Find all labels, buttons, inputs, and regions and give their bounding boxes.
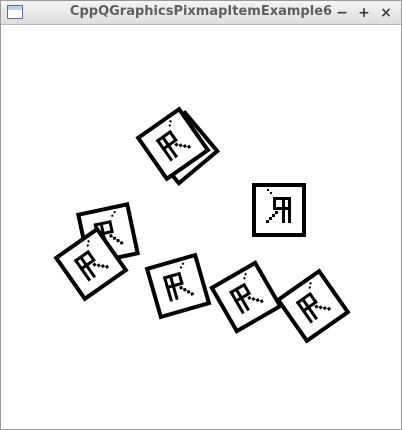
graphics-view[interactable]	[2, 26, 401, 429]
minimize-button[interactable]: −	[335, 6, 349, 20]
close-button[interactable]: ×	[379, 6, 393, 20]
pixmap-item[interactable]	[209, 260, 283, 334]
maximize-button[interactable]: +	[357, 6, 371, 20]
pixmap-item[interactable]	[276, 269, 350, 343]
window-controls: − + ×	[335, 4, 393, 22]
app-window: CppQGraphicsPixmapItemExample6 − + ×	[0, 0, 402, 430]
graphics-scene[interactable]	[2, 26, 401, 429]
title-bar[interactable]: CppQGraphicsPixmapItemExample6 − + ×	[1, 1, 401, 25]
pixmap-item[interactable]	[252, 183, 306, 237]
pixmap-item[interactable]	[145, 253, 211, 319]
